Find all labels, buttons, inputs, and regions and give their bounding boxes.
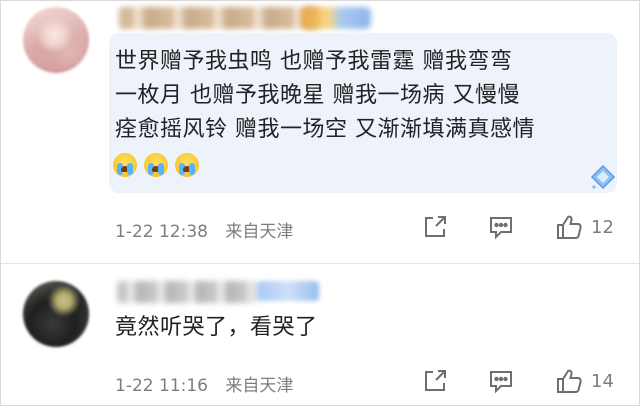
comment-icon[interactable] xyxy=(487,367,515,395)
comment-line: 世界赠予我虫鸣 也赠予我雷霆 赠我弯弯 xyxy=(115,49,513,74)
share-icon[interactable] xyxy=(421,213,449,241)
vip-badge-blurred xyxy=(301,7,371,29)
vip-badge-blurred xyxy=(257,281,319,301)
emoji-row xyxy=(113,153,201,183)
crying-face-icon xyxy=(113,153,137,177)
comment-date: 1-22 11:16 xyxy=(115,376,208,396)
comment-date: 1-22 12:38 xyxy=(115,222,208,242)
thumbs-up-icon[interactable] xyxy=(555,213,583,241)
avatar[interactable] xyxy=(23,7,89,73)
username-blurred[interactable] xyxy=(117,281,257,303)
thumbs-up-icon[interactable] xyxy=(555,367,583,395)
comment-text: 竟然听哭了，看哭了 xyxy=(115,311,318,345)
comment-list: 世界赠予我虫鸣 也赠予我雷霆 赠我弯弯 一枚月 也赠予我晚星 赠我一场病 又慢慢… xyxy=(0,0,640,406)
crying-face-icon xyxy=(175,153,200,177)
comment-line: 竟然听哭了，看哭了 xyxy=(115,315,318,340)
crying-face-icon xyxy=(144,153,169,177)
like-count: 14 xyxy=(591,371,614,392)
comment-location: 来自天津 xyxy=(225,376,294,396)
comment-text: 世界赠予我虫鸣 也赠予我雷霆 赠我弯弯 一枚月 也赠予我晚星 赠我一场病 又慢慢… xyxy=(115,45,615,147)
username-blurred[interactable] xyxy=(119,7,319,29)
avatar[interactable] xyxy=(23,281,89,347)
comment-line: 痊愈摇风铃 赠我一场空 又渐渐填满真感情 xyxy=(115,117,535,142)
comment-meta: 1-22 11:16 来自天津 xyxy=(115,371,293,396)
comment-item: 竟然听哭了，看哭了 1-22 11:16 来自天津 14 xyxy=(1,263,639,405)
share-icon[interactable] xyxy=(421,367,449,395)
comment-line: 一枚月 也赠予我晚星 赠我一场病 又慢慢 xyxy=(115,83,520,108)
comment-location: 来自天津 xyxy=(225,222,294,242)
like-count: 12 xyxy=(591,217,614,238)
diamond-badge-icon xyxy=(590,164,616,190)
comment-icon[interactable] xyxy=(487,213,515,241)
comment-meta: 1-22 12:38 来自天津 xyxy=(115,217,293,242)
comment-item: 世界赠予我虫鸣 也赠予我雷霆 赠我弯弯 一枚月 也赠予我晚星 赠我一场病 又慢慢… xyxy=(1,1,639,263)
